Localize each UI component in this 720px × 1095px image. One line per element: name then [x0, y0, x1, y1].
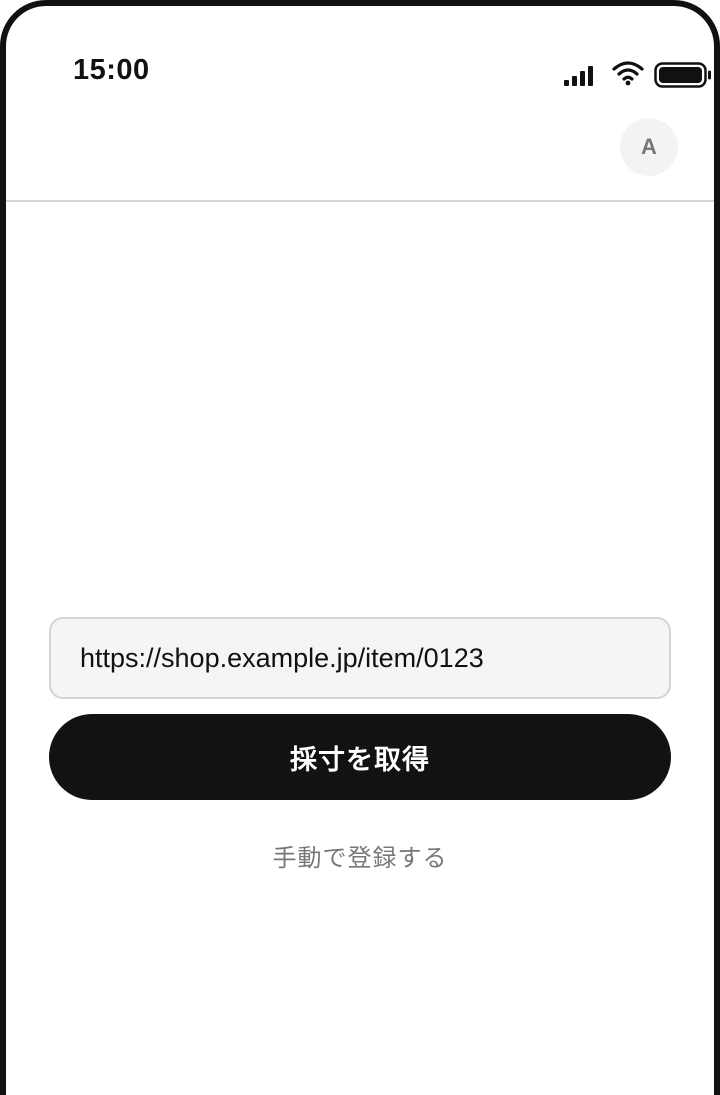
status-bar: 15:00 — [6, 6, 714, 106]
main-content: 採寸を取得 手動で登録する — [6, 202, 714, 1095]
battery-icon — [654, 62, 711, 88]
wifi-icon — [612, 61, 644, 86]
url-input[interactable] — [49, 617, 671, 699]
app-header: A — [6, 106, 714, 202]
device-frame: 15:00 A 採寸を取得 手動で登録する — [0, 0, 720, 1095]
status-time: 15:00 — [73, 54, 150, 86]
signal-icon — [564, 66, 593, 86]
manual-register-link[interactable]: 手動で登録する — [6, 838, 714, 873]
fetch-measurements-button[interactable]: 採寸を取得 — [49, 714, 671, 800]
avatar[interactable]: A — [620, 118, 678, 176]
